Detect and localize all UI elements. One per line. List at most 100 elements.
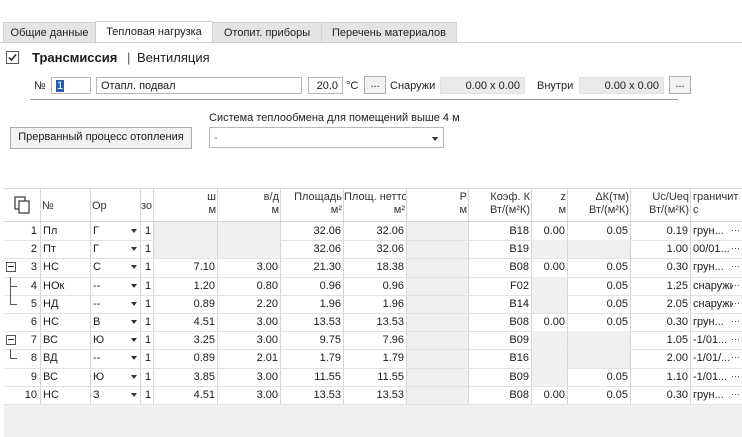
room-number-field[interactable]: 1 (51, 77, 91, 94)
col-header-perimeter[interactable]: Рм (407, 191, 467, 217)
cell-width[interactable]: 4.51 (154, 313, 215, 331)
interrupted-heating-button[interactable]: Прерванный процесс отопления (10, 127, 192, 149)
cell-k[interactable]: B08 (469, 313, 529, 331)
cell-number[interactable]: 10 (4, 386, 37, 404)
cell-z[interactable]: 0.00 (532, 313, 565, 331)
cell-dk[interactable]: 0.05 (568, 222, 628, 240)
tab-heat-load[interactable]: Тепловая нагрузка (95, 21, 213, 44)
cell-width[interactable]: 0.89 (154, 349, 215, 367)
table-row[interactable]: 4 НОк -- 1 1.20 0.80 0.96 0.96 F02 0.05 1.25 снаруж… (4, 276, 742, 295)
cell-dk[interactable]: 0.05 (568, 295, 628, 313)
cell-dk[interactable]: 0.05 (568, 386, 628, 404)
cell-count[interactable]: 1 (145, 258, 153, 276)
cell-net-area[interactable]: 11.55 (344, 368, 404, 386)
cell-orientation[interactable]: Г (93, 222, 129, 240)
border-browse-icon[interactable]: ··· (731, 371, 740, 381)
cell-width[interactable]: 3.85 (154, 368, 215, 386)
cell-area[interactable]: 32.06 (281, 240, 341, 258)
chevron-down-icon[interactable] (131, 392, 137, 397)
cell-net-area[interactable]: 7.96 (344, 331, 404, 349)
outside-dimensions-field[interactable]: 0.00 x 0.00 (440, 77, 525, 94)
room-name-field[interactable]: Отапл. подвал (96, 77, 302, 94)
cell-uc[interactable]: 0.19 (631, 222, 688, 240)
cell-number[interactable]: 5 (4, 295, 37, 313)
cell-net-area[interactable]: 18.38 (344, 258, 404, 276)
chevron-down-icon[interactable] (131, 283, 137, 288)
cell-dk[interactable]: 0.05 (568, 368, 628, 386)
chevron-down-icon[interactable] (131, 356, 137, 361)
cell-type[interactable]: НД (43, 295, 89, 313)
tab-general[interactable]: Общие данные (3, 22, 96, 43)
cell-count[interactable]: 1 (145, 295, 153, 313)
cell-area[interactable]: 13.53 (281, 313, 341, 331)
cell-height[interactable]: 0.80 (218, 277, 278, 295)
cell-count[interactable]: 1 (145, 368, 153, 386)
cell-type[interactable]: ВС (43, 331, 89, 349)
cell-uc[interactable]: 0.30 (631, 313, 688, 331)
border-browse-icon[interactable]: ··· (731, 261, 740, 271)
cell-area[interactable]: 0.96 (281, 277, 341, 295)
col-header-uc[interactable]: Uc/Ueq Вт/(м²К) (631, 191, 689, 217)
cell-net-area[interactable]: 13.53 (344, 386, 404, 404)
cell-number[interactable]: 6 (4, 313, 37, 331)
col-header-area[interactable]: Площадь м² (281, 191, 342, 217)
border-browse-icon[interactable]: ··· (731, 352, 740, 362)
chevron-down-icon[interactable] (131, 374, 137, 379)
chevron-down-icon[interactable] (131, 320, 137, 324)
col-header-width[interactable]: шм (154, 191, 216, 217)
col-header-z[interactable]: zм (532, 191, 566, 217)
border-browse-icon[interactable]: ··· (731, 389, 740, 399)
cell-count[interactable]: 1 (145, 386, 153, 404)
cell-z[interactable]: 0.00 (532, 222, 565, 240)
col-header-border[interactable]: граничит с (693, 191, 741, 217)
table-row[interactable]: 8 ВД -- 1 0.89 2.01 1.79 1.79 B16 2.00 -1/01/... ··… (4, 349, 742, 367)
cell-area[interactable]: 21.30 (281, 258, 341, 276)
table-row[interactable]: 10 НС З 1 4.51 3.00 13.53 13.53 B08 0.00 0.05 0.30 г… (4, 386, 742, 404)
transmission-checkbox[interactable] (6, 51, 19, 64)
col-header-orientation[interactable]: Ор (92, 200, 107, 213)
cell-area[interactable]: 13.53 (281, 386, 341, 404)
cell-dk[interactable]: 0.05 (568, 277, 628, 295)
cell-uc[interactable]: 0.30 (631, 258, 688, 276)
cell-uc[interactable]: 2.05 (631, 295, 688, 313)
cell-border[interactable]: -1/01... (693, 368, 733, 386)
cell-type[interactable]: ВС (43, 368, 89, 386)
chevron-down-icon[interactable] (131, 265, 137, 270)
border-browse-icon[interactable]: ··· (731, 334, 740, 344)
col-header-dk[interactable]: ΔК(тм) Вт/(м²К) (568, 191, 629, 217)
heat-exchange-select[interactable]: - (209, 127, 444, 148)
cell-border[interactable]: грун... (693, 386, 733, 404)
cell-k[interactable]: B18 (469, 222, 529, 240)
col-header-net-area[interactable]: Площ. нетто м² (344, 191, 408, 217)
cell-border[interactable]: -1/01/... (693, 349, 733, 367)
cell-type[interactable]: Пт (43, 240, 89, 258)
cell-k[interactable]: B16 (469, 349, 529, 367)
cell-area[interactable]: 9.75 (281, 331, 341, 349)
temperature-field[interactable]: 20.0 (308, 77, 343, 94)
cell-orientation[interactable]: З (93, 386, 129, 404)
cell-k[interactable]: B09 (469, 331, 529, 349)
cell-orientation[interactable]: -- (93, 295, 129, 313)
ventilation-title[interactable]: Вентиляция (137, 50, 210, 65)
chevron-down-icon[interactable] (131, 247, 137, 252)
col-header-k[interactable]: Коэф. К Вт/(м²К) (469, 191, 530, 217)
cell-number[interactable]: 1 (4, 222, 37, 240)
copy-icon[interactable] (14, 196, 32, 214)
cell-type[interactable]: НС (43, 258, 89, 276)
tab-heating-devices[interactable]: Отопит. приборы (212, 22, 322, 43)
cell-count[interactable]: 1 (145, 222, 153, 240)
cell-uc[interactable]: 1.05 (631, 331, 688, 349)
border-browse-icon[interactable]: ··· (731, 243, 740, 253)
cell-border[interactable]: грун... (693, 258, 733, 276)
cell-k[interactable]: B14 (469, 295, 529, 313)
cell-area[interactable]: 32.06 (281, 222, 341, 240)
cell-area[interactable]: 11.55 (281, 368, 341, 386)
cell-width[interactable]: 3.25 (154, 331, 215, 349)
cell-count[interactable]: 1 (145, 349, 153, 367)
cell-area[interactable]: 1.79 (281, 349, 341, 367)
cell-count[interactable]: 1 (145, 240, 153, 258)
border-browse-icon[interactable]: ··· (731, 298, 740, 308)
cell-net-area[interactable]: 32.06 (344, 240, 404, 258)
cell-net-area[interactable]: 1.96 (344, 295, 404, 313)
border-browse-icon[interactable]: ··· (731, 316, 740, 326)
